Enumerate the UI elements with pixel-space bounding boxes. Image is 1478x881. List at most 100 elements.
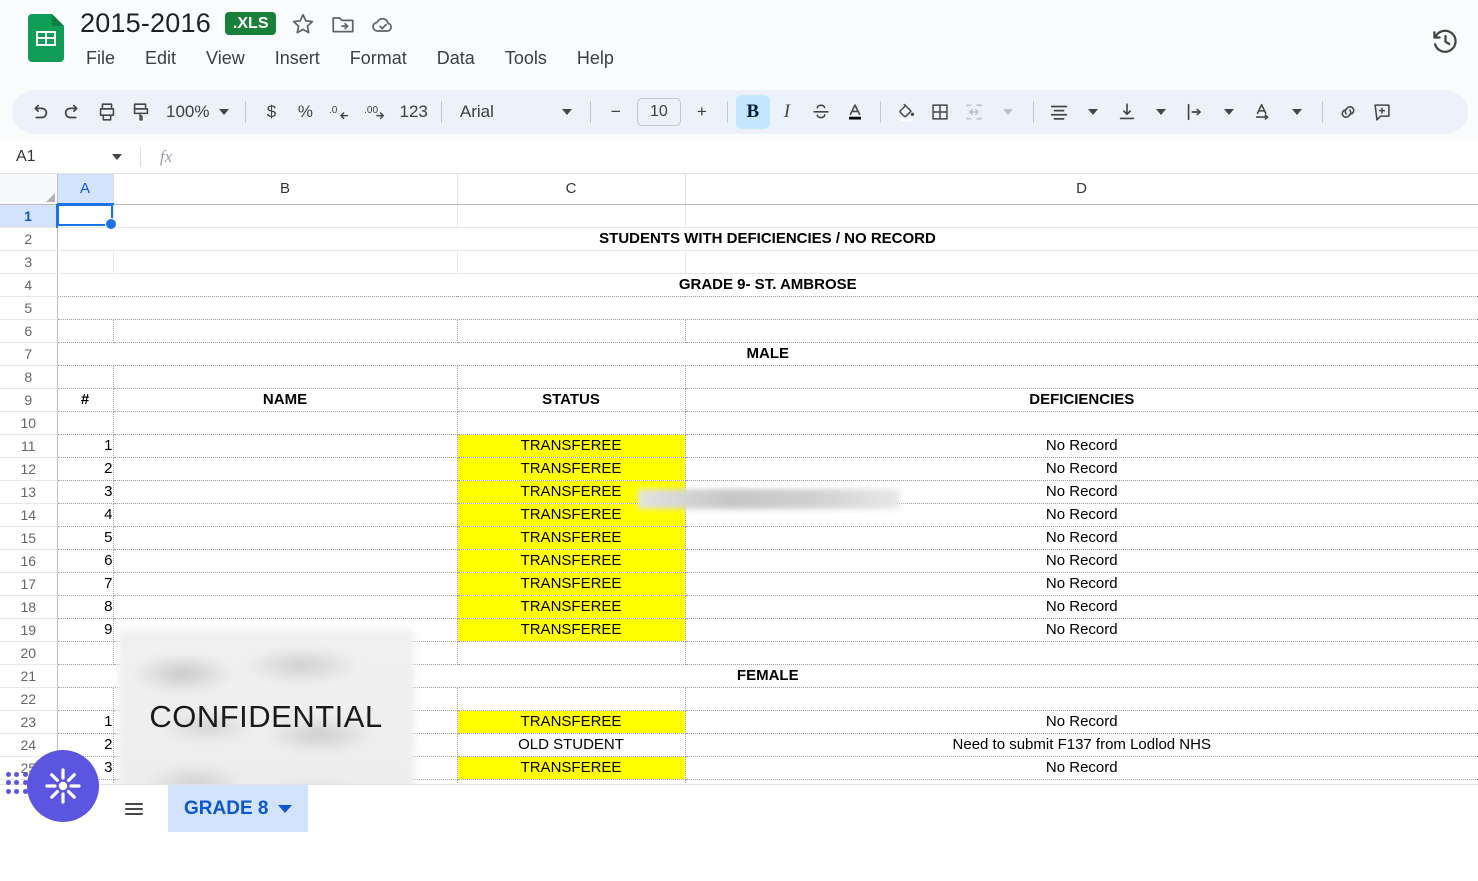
cell-row5[interactable] [57,296,1478,320]
cell-a22[interactable] [57,687,114,711]
menu-item-help[interactable]: Help [573,46,618,71]
cell-header-deficiencies[interactable]: DEFICIENCIES [685,388,1478,412]
cell-c23[interactable]: TRANSFEREE [457,710,686,734]
cell-a18[interactable]: 8 [57,595,114,619]
row-header-3[interactable]: 3 [0,250,58,274]
percent-format-button[interactable]: % [288,95,322,129]
cell-c12[interactable]: TRANSFEREE [457,457,686,481]
table-row[interactable]: 16 6 TRANSFEREE No Record [0,549,1478,573]
horizontal-align-dropdown[interactable] [1076,95,1110,129]
cell-b16[interactable] [113,549,458,573]
text-wrap-icon[interactable] [1178,95,1212,129]
cell-b12[interactable] [113,457,458,481]
cell-a23[interactable]: 1 [57,710,114,734]
italic-button[interactable]: I [770,95,804,129]
table-row[interactable]: 11 1 TRANSFEREE No Record [0,434,1478,458]
cell-c16[interactable]: TRANSFEREE [457,549,686,573]
borders-icon[interactable] [923,95,957,129]
cell-d23[interactable]: No Record [685,710,1478,734]
cell-b1[interactable] [113,204,458,228]
row-header-9[interactable]: 9 [0,388,58,412]
menu-item-format[interactable]: Format [346,46,411,71]
select-all-corner[interactable] [0,174,58,205]
row-header-5[interactable]: 5 [0,296,58,320]
row-header-14[interactable]: 14 [0,503,58,527]
row-header-4[interactable]: 4 [0,273,58,297]
cell-d1[interactable] [685,204,1478,228]
table-row[interactable]: 7 MALE [0,342,1478,366]
cell-c25[interactable]: TRANSFEREE [457,756,686,780]
cell-a17[interactable]: 7 [57,572,114,596]
table-row[interactable]: 12 2 TRANSFEREE No Record [0,457,1478,481]
table-row[interactable]: 9 # NAME STATUS DEFICIENCIES [0,388,1478,412]
font-size-input[interactable]: 10 [636,98,681,126]
cell-d25[interactable]: No Record [685,756,1478,780]
table-row[interactable]: 2 STUDENTS WITH DEFICIENCIES / NO RECORD [0,227,1478,251]
fill-color-icon[interactable] [889,95,923,129]
row-header-1[interactable]: 1 [0,204,58,228]
zoom-level-dropdown[interactable]: 100% [158,95,237,129]
cell-d16[interactable]: No Record [685,549,1478,573]
table-row[interactable]: 4 GRADE 9- ST. AMBROSE [0,273,1478,297]
row-header-20[interactable]: 20 [0,641,58,665]
cell-c24[interactable]: OLD STUDENT [457,733,686,757]
cell-b18[interactable] [113,595,458,619]
cell-c19[interactable]: TRANSFEREE [457,618,686,642]
increase-font-size-button[interactable]: + [685,95,719,129]
text-color-icon[interactable] [838,95,872,129]
row-header-7[interactable]: 7 [0,342,58,366]
cell-c15[interactable]: TRANSFEREE [457,526,686,550]
cell-c22[interactable] [457,687,686,711]
vertical-align-icon[interactable] [1110,95,1144,129]
cell-c17[interactable]: TRANSFEREE [457,572,686,596]
cell-title-grade[interactable]: GRADE 9- ST. AMBROSE [57,273,1478,297]
cell-c11[interactable]: TRANSFEREE [457,434,686,458]
cell-a12[interactable]: 2 [57,457,114,481]
cell-d19[interactable]: No Record [685,618,1478,642]
row-header-21[interactable]: 21 [0,664,58,688]
cell-a13[interactable]: 3 [57,480,114,504]
menu-item-view[interactable]: View [202,46,249,71]
cell-header-name[interactable]: NAME [113,388,458,412]
cell-d24[interactable]: Need to submit F137 from Lodlod NHS [685,733,1478,757]
all-sheets-icon[interactable] [114,789,154,829]
row-header-22[interactable]: 22 [0,687,58,711]
cell-c3[interactable] [457,250,686,274]
row-header-15[interactable]: 15 [0,526,58,550]
redo-icon[interactable] [56,95,90,129]
decrease-decimal-button[interactable]: .0 [322,95,358,129]
cell-c10[interactable] [457,411,686,435]
name-box[interactable]: A1 [0,140,140,173]
cell-d12[interactable]: No Record [685,457,1478,481]
increase-decimal-button[interactable]: .00 [358,95,394,129]
row-header-18[interactable]: 18 [0,595,58,619]
spreadsheet-grid[interactable]: A B C D 1 2 STUDENTS WITH DEFICIENCIES /… [0,174,1478,832]
cell-header-number[interactable]: # [57,388,114,412]
cell-b11[interactable] [113,434,458,458]
row-header-11[interactable]: 11 [0,434,58,458]
row-header-8[interactable]: 8 [0,365,58,389]
table-row[interactable]: 18 8 TRANSFEREE No Record [0,595,1478,619]
cell-a16[interactable]: 6 [57,549,114,573]
table-row[interactable]: 6 [0,319,1478,343]
star-icon[interactable] [290,11,316,37]
horizontal-align-icon[interactable] [1042,95,1076,129]
assistant-badge-button[interactable] [27,750,99,822]
row-header-12[interactable]: 12 [0,457,58,481]
cell-b15[interactable] [113,526,458,550]
menu-item-data[interactable]: Data [433,46,479,71]
decrease-font-size-button[interactable]: − [599,95,633,129]
menu-item-tools[interactable]: Tools [501,46,551,71]
menu-item-edit[interactable]: Edit [141,46,180,71]
cell-c1[interactable] [457,204,686,228]
cell-a1[interactable] [57,204,114,228]
table-row[interactable]: 17 7 TRANSFEREE No Record [0,572,1478,596]
cell-a15[interactable]: 5 [57,526,114,550]
column-header-c[interactable]: C [457,174,686,205]
table-row[interactable]: 10 [0,411,1478,435]
text-wrap-dropdown[interactable] [1212,95,1246,129]
cell-a20[interactable] [57,641,114,665]
menu-item-insert[interactable]: Insert [271,46,324,71]
font-family-dropdown[interactable]: Arial [450,95,582,129]
cell-d11[interactable]: No Record [685,434,1478,458]
